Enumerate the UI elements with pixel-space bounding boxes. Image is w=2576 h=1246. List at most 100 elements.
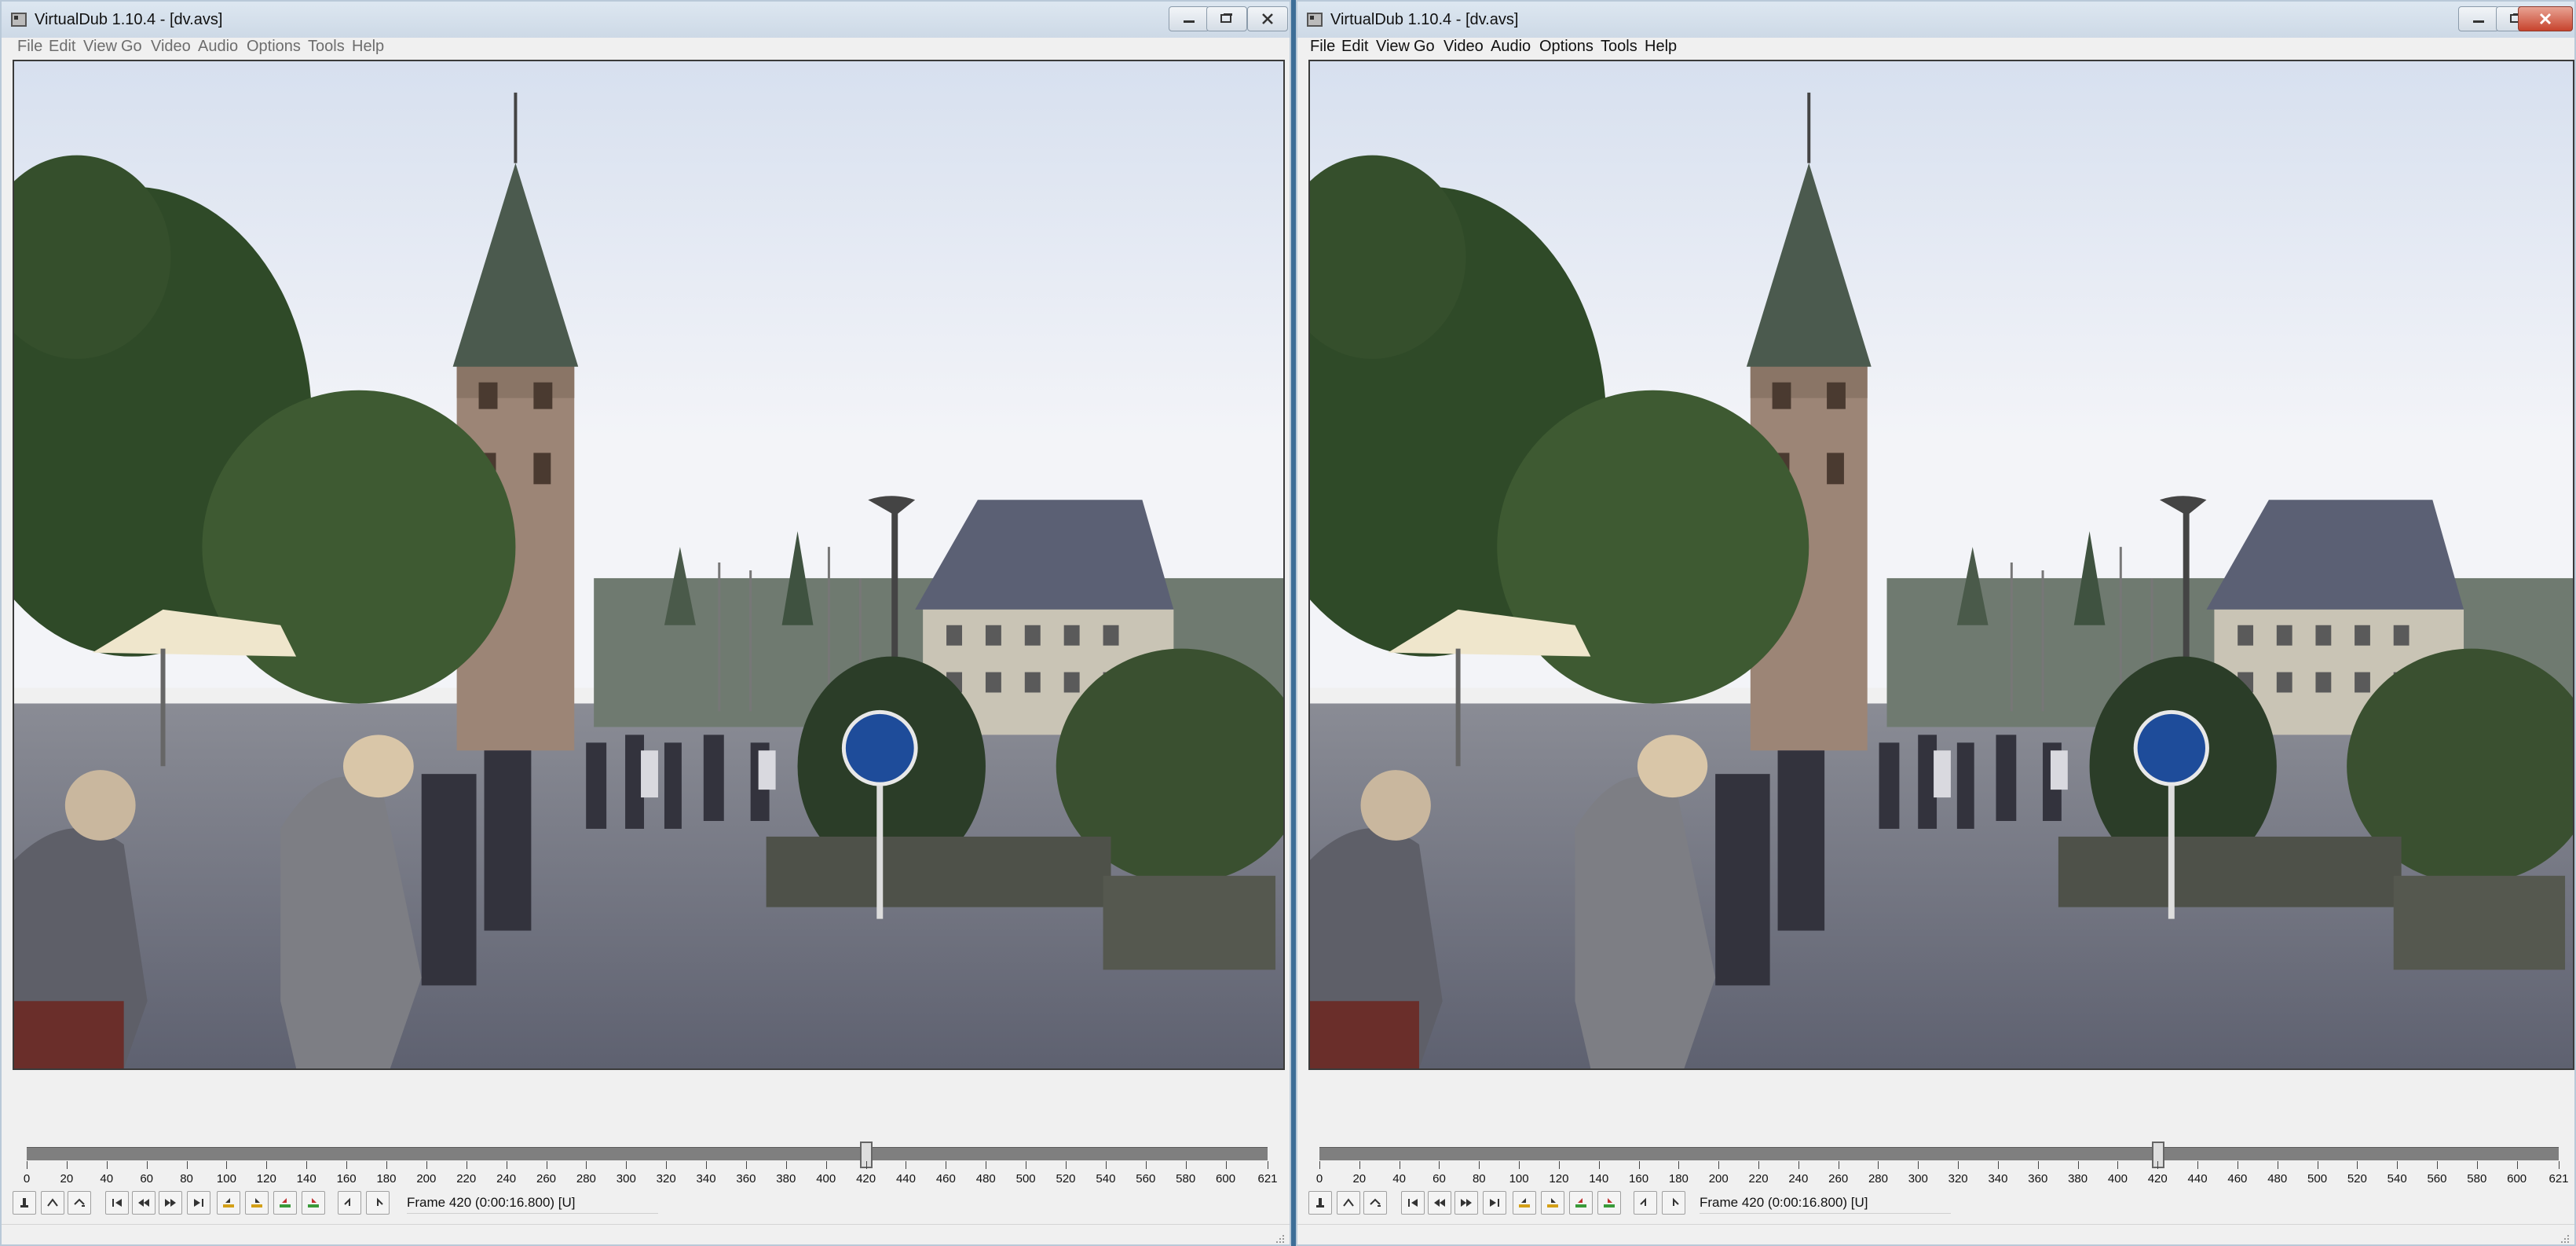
menu-options[interactable]: Options xyxy=(247,38,301,55)
resize-grip-icon[interactable] xyxy=(1274,1233,1285,1244)
timeline-tick xyxy=(706,1161,708,1169)
timeline-label: 20 xyxy=(1352,1172,1367,1186)
menu-view[interactable]: View xyxy=(1376,38,1410,55)
output-video-pane[interactable] xyxy=(1308,60,2574,1070)
scene-fwd-button[interactable] xyxy=(1597,1191,1621,1215)
timeline-tick xyxy=(1439,1161,1440,1169)
timeline-label: 621 xyxy=(2549,1172,2569,1186)
timeline-tick xyxy=(1958,1161,1959,1169)
title-bar[interactable]: VirtualDub 1.10.4 - [dv.avs] xyxy=(2,2,1290,38)
resize-grip-icon[interactable] xyxy=(2559,1233,2570,1244)
menu-go[interactable]: Go xyxy=(121,38,142,55)
timeline-tick xyxy=(2197,1161,2199,1169)
timeline-label: 440 xyxy=(895,1172,916,1186)
timeline-label: 520 xyxy=(2347,1172,2367,1186)
timeline-label: 160 xyxy=(336,1172,357,1186)
minimize-button[interactable] xyxy=(1169,6,1209,31)
step-back-button[interactable] xyxy=(1428,1191,1451,1215)
menu-help[interactable]: Help xyxy=(352,38,384,55)
menu-edit[interactable]: Edit xyxy=(49,38,75,55)
video-frame-image xyxy=(14,61,1283,1068)
timeline-tick xyxy=(865,1161,867,1169)
stop-button[interactable] xyxy=(13,1191,36,1215)
scene-fwd-button[interactable] xyxy=(302,1191,325,1215)
mark-in-button[interactable] xyxy=(338,1191,361,1215)
step-back-button[interactable] xyxy=(132,1191,156,1215)
play-input-button[interactable] xyxy=(1337,1191,1360,1215)
timeline-label: 240 xyxy=(496,1172,517,1186)
stop-icon xyxy=(20,1198,28,1208)
next-keyframe-button[interactable] xyxy=(1541,1191,1564,1215)
menu-audio[interactable]: Audio xyxy=(1491,38,1531,55)
timeline-tick xyxy=(1718,1161,1720,1169)
timeline-label: 300 xyxy=(1908,1172,1928,1186)
menu-help[interactable]: Help xyxy=(1645,38,1677,55)
play-output-button[interactable] xyxy=(68,1191,91,1215)
step-forward-button[interactable] xyxy=(159,1191,182,1215)
menu-edit[interactable]: Edit xyxy=(1341,38,1368,55)
timeline-tick xyxy=(106,1161,108,1169)
menu-go[interactable]: Go xyxy=(1414,38,1435,55)
menu-file[interactable]: File xyxy=(1310,38,1335,55)
step-back-icon xyxy=(138,1199,149,1207)
timeline-tick xyxy=(1678,1161,1680,1169)
timeline-label: 420 xyxy=(2147,1172,2168,1186)
menu-tools[interactable]: Tools xyxy=(1601,38,1637,55)
scene-rev-button[interactable] xyxy=(273,1191,297,1215)
play-input-button[interactable] xyxy=(41,1191,64,1215)
frame-status: Frame 420 (0:00:16.800) [U] xyxy=(1700,1193,1951,1214)
go-start-button[interactable] xyxy=(1401,1191,1425,1215)
timeline-tick xyxy=(1145,1161,1147,1169)
timeline-label: 220 xyxy=(1748,1172,1769,1186)
menu-bar: File Edit View Go Video Audio Options To… xyxy=(1297,38,2574,55)
go-end-button[interactable] xyxy=(187,1191,210,1215)
timeline-tick xyxy=(1598,1161,1600,1169)
mark-out-button[interactable] xyxy=(366,1191,390,1215)
timeline-label: 400 xyxy=(2107,1172,2128,1186)
menu-video[interactable]: Video xyxy=(151,38,191,55)
timeline-slider[interactable] xyxy=(1319,1142,2559,1168)
timeline-label: 20 xyxy=(60,1172,74,1186)
title-bar[interactable]: VirtualDub 1.10.4 - [dv.avs] xyxy=(1297,2,2574,38)
prev-keyframe-button[interactable] xyxy=(1513,1191,1536,1215)
timeline-tick xyxy=(1558,1161,1560,1169)
timeline-tick xyxy=(1878,1161,1879,1169)
go-start-button[interactable] xyxy=(105,1191,129,1215)
step-forward-button[interactable] xyxy=(1454,1191,1478,1215)
timeline-slider[interactable] xyxy=(27,1142,1268,1168)
menu-file[interactable]: File xyxy=(17,38,42,55)
timeline-tick xyxy=(146,1161,148,1169)
timeline-tick xyxy=(586,1161,587,1169)
menu-audio[interactable]: Audio xyxy=(198,38,238,55)
timeline-tick xyxy=(2357,1161,2358,1169)
close-button[interactable] xyxy=(2518,6,2573,31)
timeline-label: 60 xyxy=(1433,1172,1446,1186)
timeline-label: 240 xyxy=(1788,1172,1809,1186)
timeline-label: 140 xyxy=(296,1172,317,1186)
timeline-tick xyxy=(1479,1161,1480,1169)
timeline-tick xyxy=(2117,1161,2119,1169)
close-icon xyxy=(2539,13,2552,25)
timeline-label: 140 xyxy=(1589,1172,1609,1186)
play-output-button[interactable] xyxy=(1363,1191,1387,1215)
stop-button[interactable] xyxy=(1308,1191,1332,1215)
minimize-button[interactable] xyxy=(2458,6,2499,31)
close-button[interactable] xyxy=(1247,6,1288,31)
scene-fwd-icon xyxy=(308,1198,319,1208)
menu-view[interactable]: View xyxy=(83,38,117,55)
timeline-tick xyxy=(2476,1161,2478,1169)
video-frame-image xyxy=(1310,61,2573,1068)
menu-tools[interactable]: Tools xyxy=(308,38,345,55)
scene-rev-button[interactable] xyxy=(1569,1191,1593,1215)
go-end-icon xyxy=(194,1199,203,1207)
go-end-button[interactable] xyxy=(1483,1191,1506,1215)
mark-out-button[interactable] xyxy=(1662,1191,1685,1215)
maximize-button[interactable] xyxy=(1206,6,1247,31)
menu-options[interactable]: Options xyxy=(1539,38,1594,55)
prev-keyframe-button[interactable] xyxy=(217,1191,240,1215)
mark-in-button[interactable] xyxy=(1634,1191,1657,1215)
input-video-pane[interactable] xyxy=(13,60,1285,1070)
menu-video[interactable]: Video xyxy=(1444,38,1484,55)
timeline-label: 300 xyxy=(616,1172,636,1186)
next-keyframe-button[interactable] xyxy=(245,1191,269,1215)
